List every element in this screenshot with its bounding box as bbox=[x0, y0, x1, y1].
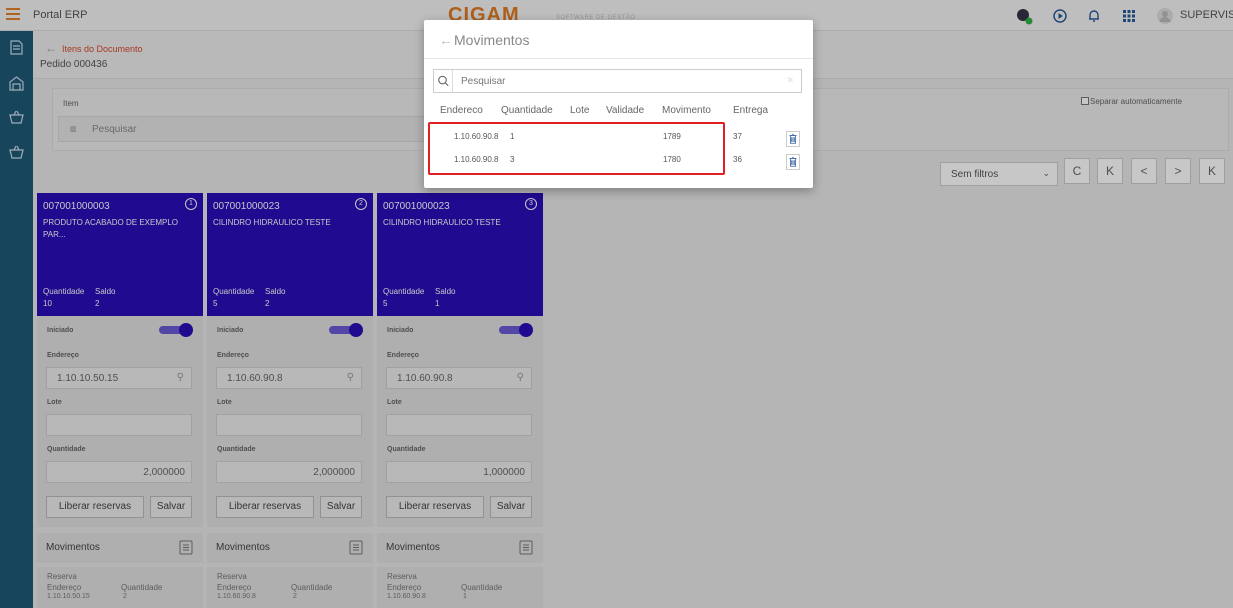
selection-highlight bbox=[428, 122, 725, 175]
cell-entrega: 37 bbox=[733, 132, 742, 141]
cell-entrega: 36 bbox=[733, 155, 742, 164]
back-arrow-icon: ← bbox=[439, 32, 453, 48]
col-validade: Validade bbox=[606, 105, 645, 116]
col-entrega: Entrega bbox=[733, 105, 769, 116]
modal-search-placeholder: Pesquisar bbox=[461, 76, 506, 87]
col-lote: Lote bbox=[570, 105, 590, 116]
trash-icon[interactable] bbox=[786, 131, 800, 147]
trash-icon[interactable] bbox=[786, 154, 800, 170]
search-icon bbox=[438, 70, 453, 92]
modal-search-input[interactable]: Pesquisar ✕ bbox=[433, 69, 802, 93]
modal-title[interactable]: ←Movimentos bbox=[439, 32, 529, 48]
clear-icon[interactable]: ✕ bbox=[786, 75, 794, 86]
modal-title-text: Movimentos bbox=[454, 32, 530, 48]
col-movimento: Movimento bbox=[662, 105, 711, 116]
divider bbox=[424, 58, 813, 59]
col-quantidade: Quantidade bbox=[501, 105, 553, 116]
col-endereco: Endereco bbox=[440, 105, 483, 116]
